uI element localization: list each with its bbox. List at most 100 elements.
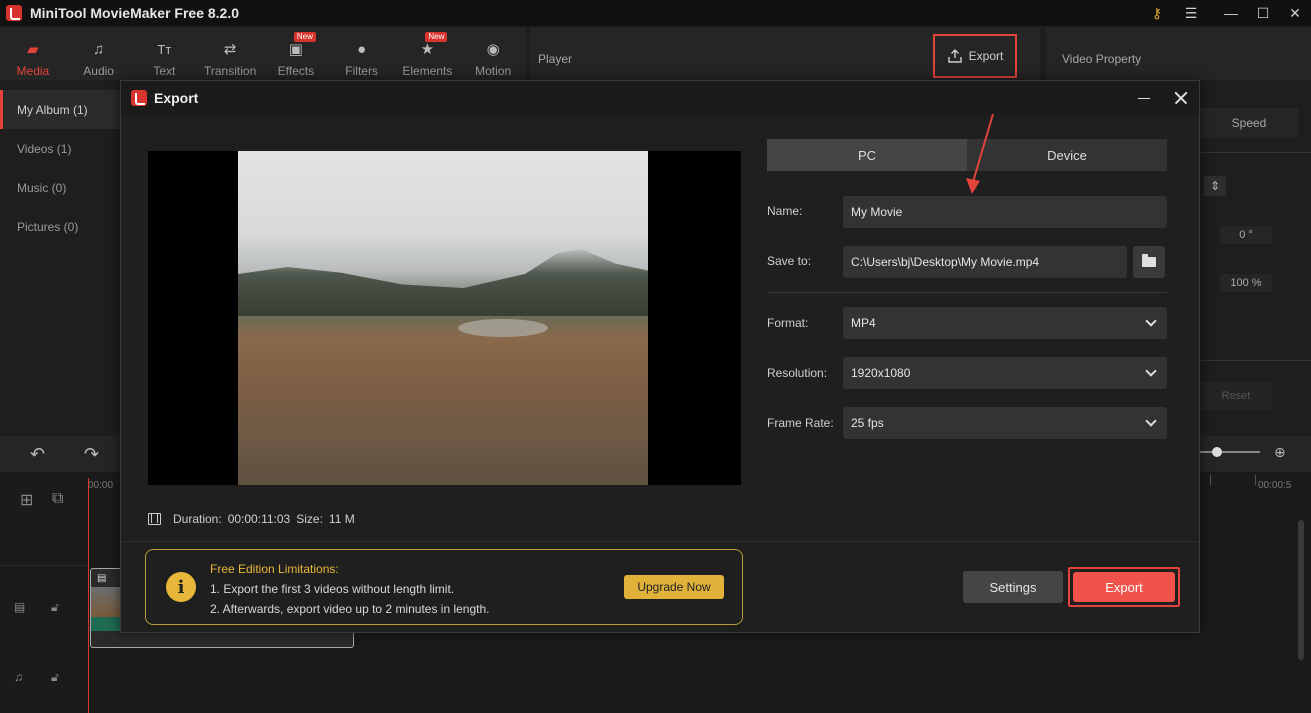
dialog-close-icon[interactable] — [1169, 87, 1193, 109]
minimize-icon[interactable]: — — [1216, 0, 1246, 26]
frame-rate-value: 25 fps — [851, 416, 884, 430]
export-button[interactable]: Export — [1073, 572, 1175, 602]
video-property-title: Video Property — [1062, 52, 1142, 66]
settings-button[interactable]: Settings — [963, 571, 1063, 603]
clip-film-icon: ▤ — [97, 573, 107, 584]
new-badge: New — [293, 32, 316, 42]
duration-info: Duration: 00:00:11:03 Size: 11 M — [148, 511, 355, 527]
copy-track-icon[interactable]: ⧉ — [52, 490, 63, 508]
app-title: MiniTool MovieMaker Free 8.2.0 — [30, 5, 240, 21]
frame-rate-select[interactable]: 25 fps — [843, 407, 1167, 439]
track-divider — [0, 565, 88, 566]
limit-line-1: 1. Export the first 3 videos without len… — [210, 582, 455, 596]
upgrade-now-button[interactable]: Upgrade Now — [624, 575, 724, 599]
tab-effects[interactable]: New ▣ Effects — [263, 28, 329, 80]
flip-vertical-icon[interactable]: ⇕ — [1204, 176, 1226, 196]
add-track-icon[interactable]: ⊞ — [20, 490, 33, 510]
key-icon[interactable]: ⚷ — [1142, 0, 1172, 26]
lock-icon[interactable]: 🔓︎ — [51, 670, 59, 685]
close-icon[interactable]: ✕ — [1280, 0, 1310, 26]
ruler-mark — [1255, 475, 1256, 485]
upload-icon — [947, 49, 962, 63]
name-label: Name: — [767, 204, 803, 218]
media-item-my-album[interactable]: My Album (1) — [0, 90, 120, 129]
main-toolbar: ▰ Media ♫ Audio Tт Text ⇄ Transition New… — [0, 28, 526, 80]
rotation-value[interactable]: 0 ° — [1220, 226, 1272, 244]
dialog-title: Export — [154, 90, 199, 106]
info-icon: i — [166, 572, 196, 602]
clip-thumbnail — [91, 587, 121, 617]
undo-icon[interactable]: ↶ — [30, 444, 45, 465]
elements-icon: ★ — [420, 41, 435, 58]
export-target-tabs: PC Device — [767, 139, 1167, 171]
chevron-down-icon — [1145, 315, 1157, 327]
format-value: MP4 — [851, 316, 876, 330]
save-path-input[interactable]: C:\Users\bj\Desktop\My Movie.mp4 — [843, 246, 1127, 278]
tab-motion[interactable]: ◉ Motion — [460, 28, 526, 80]
folder-icon — [1142, 254, 1156, 267]
media-item-pictures[interactable]: Pictures (0) — [0, 207, 120, 246]
redo-icon[interactable]: ↷ — [84, 444, 99, 465]
chevron-down-icon — [1145, 415, 1157, 427]
video-preview — [148, 151, 741, 485]
dialog-header: Export — [121, 81, 1199, 115]
tab-device[interactable]: Device — [967, 139, 1167, 171]
transition-icon: ⇄ — [223, 41, 237, 58]
tab-text[interactable]: Tт Text — [132, 28, 198, 80]
resolution-label: Resolution: — [767, 366, 828, 380]
filters-icon: ● — [357, 40, 367, 58]
maximize-icon[interactable]: ☐ — [1248, 0, 1278, 26]
property-panel: Speed ⇕ 0 ° 100 % Reset — [1200, 80, 1311, 430]
zoom-slider-handle[interactable] — [1212, 447, 1222, 457]
preview-water — [458, 319, 548, 337]
divider — [1200, 360, 1311, 361]
tab-filters[interactable]: ● Filters — [329, 28, 395, 80]
app-logo-icon — [6, 5, 22, 21]
scale-value[interactable]: 100 % — [1220, 274, 1272, 292]
name-input[interactable]: My Movie — [843, 196, 1167, 228]
format-select[interactable]: MP4 — [843, 307, 1167, 339]
player-title: Player — [538, 52, 573, 66]
resolution-select[interactable]: 1920x1080 — [843, 357, 1167, 389]
browse-folder-button[interactable] — [1133, 246, 1165, 278]
chevron-down-icon — [1145, 365, 1157, 377]
motion-icon: ◉ — [486, 41, 500, 58]
tab-transition[interactable]: ⇄ Transition — [197, 28, 263, 80]
top-export-button[interactable]: Export — [933, 34, 1017, 78]
tab-pc[interactable]: PC — [767, 139, 967, 171]
playhead[interactable] — [88, 478, 89, 713]
dialog-minimize-icon[interactable] — [1133, 87, 1157, 109]
divider — [1200, 152, 1311, 153]
size-value: 11 M — [328, 512, 355, 526]
tab-media[interactable]: ▰ Media — [0, 28, 66, 80]
film-icon — [148, 513, 161, 525]
tab-speed[interactable]: Speed — [1200, 108, 1298, 138]
size-label: Size: — [296, 512, 323, 526]
menu-icon[interactable]: ☰ — [1176, 0, 1206, 26]
lock-icon[interactable]: 🔓︎ — [51, 600, 59, 615]
app-window: MiniTool MovieMaker Free 8.2.0 ⚷ ☰ — ☐ ✕… — [0, 0, 1311, 713]
title-bar: MiniTool MovieMaker Free 8.2.0 ⚷ ☰ — ☐ ✕ — [0, 0, 1311, 26]
zoom-in-icon[interactable]: ⊕ — [1274, 444, 1286, 461]
tab-audio[interactable]: ♫ Audio — [66, 28, 132, 80]
reset-button[interactable]: Reset — [1200, 382, 1272, 410]
media-item-videos[interactable]: Videos (1) — [0, 129, 120, 168]
limit-line-2: 2. Afterwards, export video up to 2 minu… — [210, 602, 490, 616]
frame-rate-label: Frame Rate: — [767, 416, 834, 430]
dialog-logo-icon — [131, 90, 147, 106]
zoom-slider-track[interactable] — [1200, 451, 1260, 453]
limit-title: Free Edition Limitations: — [210, 562, 339, 576]
player-header: Player Export — [530, 28, 1040, 80]
tab-elements[interactable]: New ★ Elements — [395, 28, 461, 80]
save-to-label: Save to: — [767, 254, 812, 268]
resolution-value: 1920x1080 — [851, 366, 911, 380]
top-export-label: Export — [968, 49, 1004, 63]
audio-track-icon: ♫ — [14, 670, 23, 684]
video-property-header: Video Property — [1046, 28, 1311, 80]
timeline-scrollbar[interactable] — [1298, 520, 1304, 660]
settings-divider — [767, 292, 1167, 293]
export-button-highlight: Export — [1068, 567, 1180, 607]
media-item-music[interactable]: Music (0) — [0, 168, 120, 207]
text-icon: Tт — [157, 41, 172, 57]
free-edition-notice: i Free Edition Limitations: 1. Export th… — [145, 549, 743, 625]
